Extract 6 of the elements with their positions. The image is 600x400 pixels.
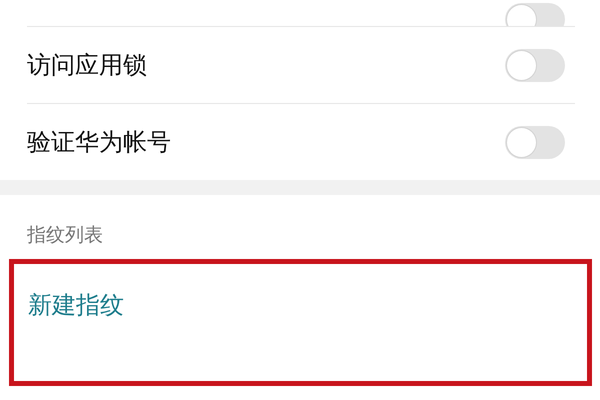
setting-label: 访问应用锁 xyxy=(27,50,147,81)
setting-label: 验证华为帐号 xyxy=(27,127,171,158)
add-fingerprint-link[interactable]: 新建指纹 xyxy=(28,289,124,321)
section-title: 指纹列表 xyxy=(27,223,103,248)
toggle-switch[interactable] xyxy=(505,48,565,82)
toggle-switch[interactable] xyxy=(505,126,565,158)
